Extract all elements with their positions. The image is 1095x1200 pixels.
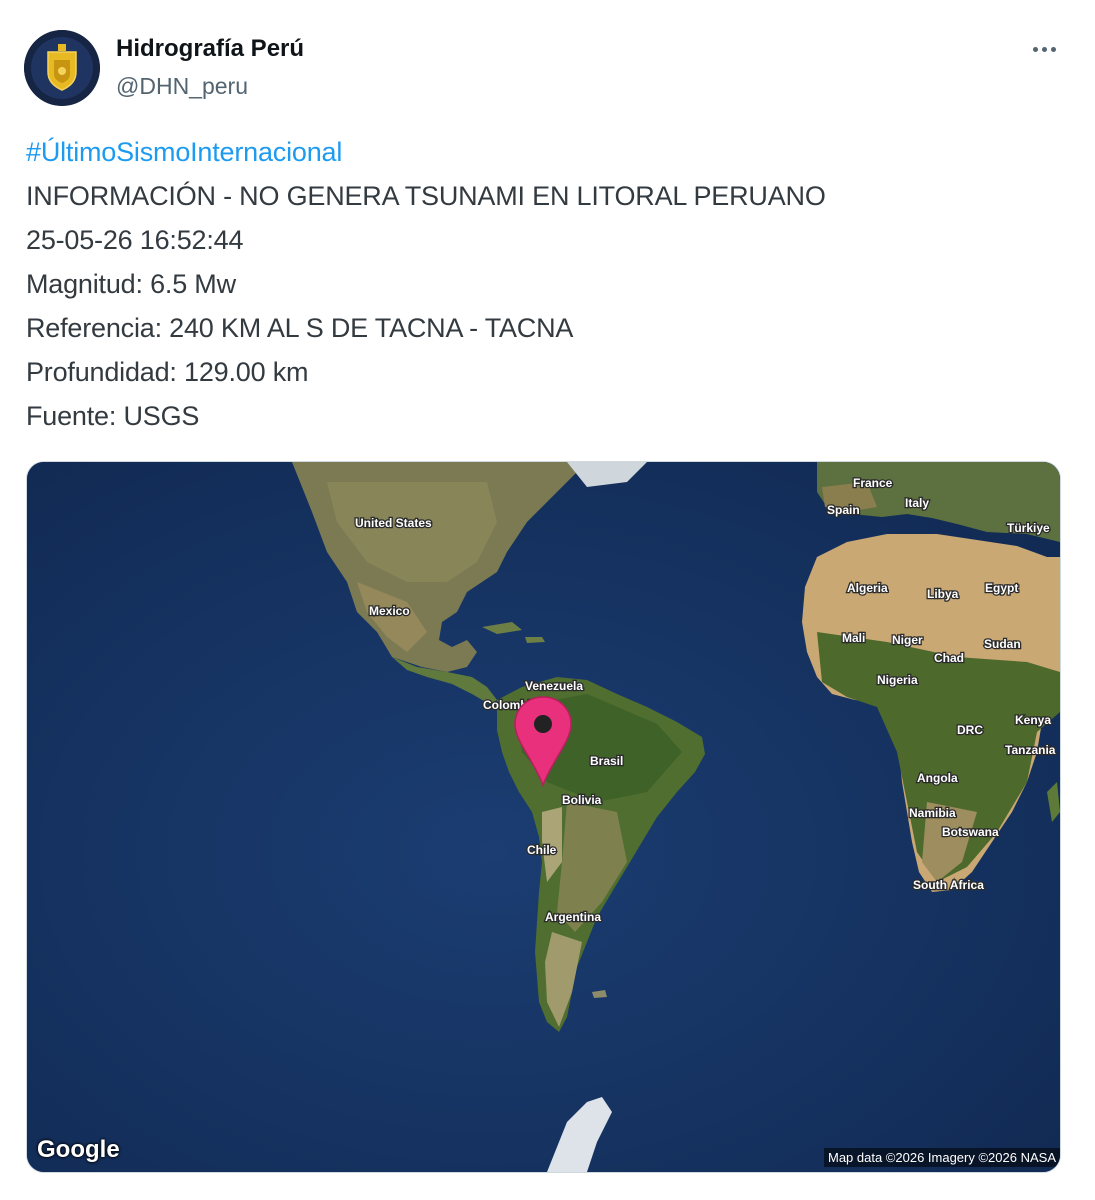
- map-label-italy: Italy: [905, 496, 929, 510]
- map-label-mexico: Mexico: [369, 604, 410, 618]
- map-label-egypt: Egypt: [985, 581, 1018, 595]
- author-name[interactable]: Hidrografía Perú: [116, 35, 304, 63]
- map-label-south-africa: South Africa: [913, 878, 984, 892]
- satellite-map: France Spain Italy Türkiye United States…: [27, 462, 1060, 1172]
- navy-shield-logo: [24, 30, 100, 106]
- map-label-angola: Angola: [917, 771, 958, 785]
- tweet-line-datetime: 25-05-26 16:52:44: [26, 225, 244, 255]
- map-label-argentina: Argentina: [545, 910, 601, 924]
- map-label-brasil: Brasil: [590, 754, 623, 768]
- google-logo: Google: [37, 1136, 120, 1163]
- map-label-united-states: United States: [355, 516, 432, 530]
- map-label-turkiye: Türkiye: [1007, 521, 1050, 535]
- map-label-chad: Chad: [934, 651, 964, 665]
- map-label-chile: Chile: [527, 843, 557, 857]
- map-label-algeria: Algeria: [847, 581, 888, 595]
- map-label-mali: Mali: [842, 631, 865, 645]
- map-label-tanzania: Tanzania: [1005, 743, 1056, 757]
- map-label-bolivia: Bolivia: [562, 793, 602, 807]
- map-label-venezuela: Venezuela: [525, 679, 583, 693]
- more-horizontal-icon-dot: [1050, 46, 1056, 52]
- map-label-kenya: Kenya: [1015, 713, 1051, 727]
- tweet-line-reference: Referencia: 240 KM AL S DE TACNA - TACNA: [26, 313, 574, 343]
- map-label-france: France: [853, 476, 893, 490]
- tweet-line-depth: Profundidad: 129.00 km: [26, 357, 309, 387]
- map-label-namibia: Namibia: [909, 806, 956, 820]
- author-handle[interactable]: @DHN_peru: [116, 73, 248, 100]
- more-options-button[interactable]: [1022, 32, 1066, 66]
- tweet-line-source: Fuente: USGS: [26, 401, 200, 431]
- tweet-card: Hidrografía Perú @DHN_peru #ÚltimoSismoI…: [0, 0, 1095, 1200]
- tweet-text: #ÚltimoSismoInternacional INFORMACIÓN - …: [26, 130, 1066, 438]
- tweet-line-magnitude: Magnitud: 6.5 Mw: [26, 269, 236, 299]
- avatar[interactable]: [24, 30, 100, 106]
- more-horizontal-icon: [1032, 46, 1038, 52]
- map-label-drc: DRC: [957, 723, 983, 737]
- map-image[interactable]: France Spain Italy Türkiye United States…: [26, 461, 1061, 1173]
- map-label-niger: Niger: [892, 633, 923, 647]
- map-label-botswana: Botswana: [942, 825, 999, 839]
- tweet-line-info: INFORMACIÓN - NO GENERA TSUNAMI EN LITOR…: [26, 181, 826, 211]
- map-label-sudan: Sudan: [984, 637, 1021, 651]
- more-horizontal-icon-dot: [1041, 46, 1047, 52]
- hashtag-link[interactable]: #ÚltimoSismoInternacional: [26, 130, 1066, 174]
- map-label-spain: Spain: [827, 503, 860, 517]
- map-attribution[interactable]: Map data ©2026 Imagery ©2026 NASA: [823, 1148, 1060, 1167]
- map-label-nigeria: Nigeria: [877, 673, 918, 687]
- map-label-libya: Libya: [927, 587, 959, 601]
